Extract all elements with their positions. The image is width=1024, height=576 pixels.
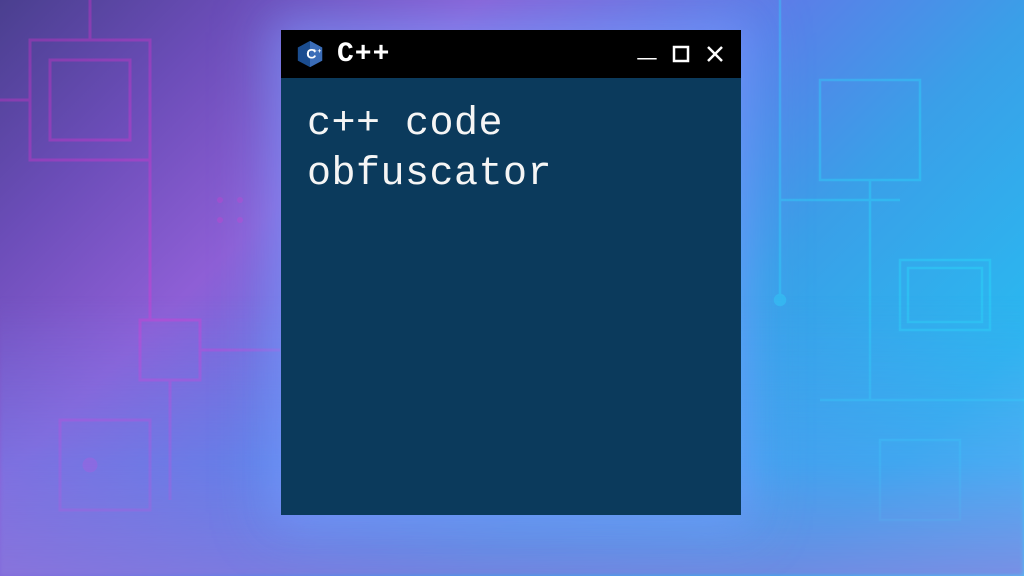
window-title: C++: [337, 39, 623, 70]
minimize-button[interactable]: _: [635, 36, 659, 60]
content-text: c++ code obfuscator: [307, 100, 715, 200]
window-controls: _: [635, 42, 727, 66]
cpp-icon: C + +: [295, 39, 325, 69]
window-content: c++ code obfuscator: [281, 78, 741, 515]
app-window: C + + C++ _ c++ code obfuscator: [281, 30, 741, 515]
svg-text:+: +: [318, 48, 322, 55]
titlebar[interactable]: C + + C++ _: [281, 30, 741, 78]
maximize-button[interactable]: [669, 42, 693, 66]
close-button[interactable]: [703, 42, 727, 66]
svg-text:+: +: [313, 48, 317, 55]
